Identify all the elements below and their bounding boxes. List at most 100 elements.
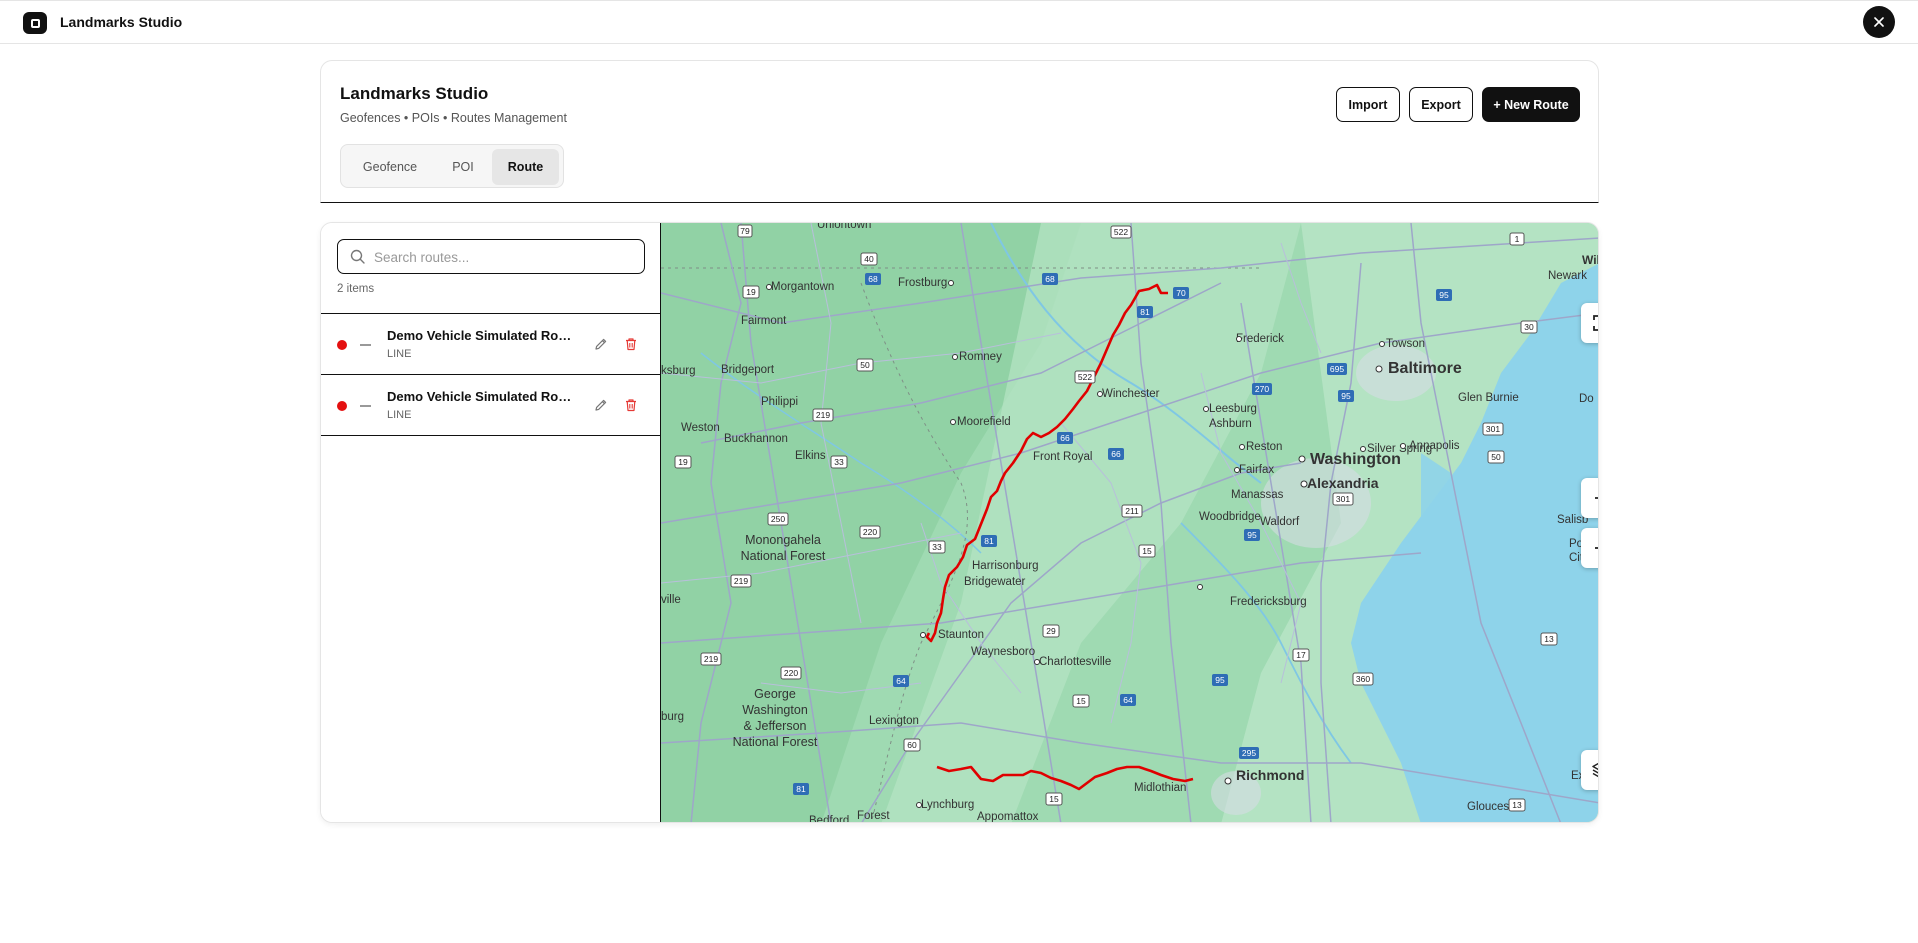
svg-text:66: 66 <box>1111 449 1121 459</box>
export-button[interactable]: Export <box>1409 87 1473 122</box>
minus-icon <box>1595 547 1598 549</box>
map-canvas[interactable]: Uniontown Morgantown Frostburg Fairmont … <box>661 223 1599 823</box>
zoom-out-button[interactable] <box>1581 528 1598 568</box>
svg-text:Forest: Forest <box>857 810 890 822</box>
close-icon <box>1874 17 1884 27</box>
zoom-in-button[interactable] <box>1581 478 1598 518</box>
svg-text:68: 68 <box>1045 274 1055 284</box>
search-icon <box>350 249 365 264</box>
svg-text:19: 19 <box>678 457 688 467</box>
item-count: 2 items <box>337 283 375 295</box>
trash-icon[interactable] <box>624 337 638 351</box>
svg-text:301: 301 <box>1336 494 1350 504</box>
svg-text:50: 50 <box>860 360 870 370</box>
svg-text:Baltimore: Baltimore <box>1388 360 1462 377</box>
svg-text:17: 17 <box>1296 650 1306 660</box>
svg-text:33: 33 <box>834 457 844 467</box>
svg-text:40: 40 <box>864 254 874 264</box>
svg-text:Staunton: Staunton <box>938 629 984 641</box>
svg-text:Ashburn: Ashburn <box>1209 418 1252 430</box>
new-route-button[interactable]: + New Route <box>1482 87 1580 122</box>
svg-text:Richmond: Richmond <box>1236 767 1304 783</box>
svg-text:15: 15 <box>1142 546 1152 556</box>
edit-icon[interactable] <box>594 398 608 412</box>
tab-bar: Geofence POI Route <box>340 144 564 188</box>
svg-text:250: 250 <box>771 514 785 524</box>
svg-text:360: 360 <box>1356 674 1370 684</box>
trash-icon[interactable] <box>624 398 638 412</box>
svg-text:219: 219 <box>734 576 748 586</box>
fullscreen-button[interactable] <box>1581 303 1598 343</box>
tab-poi[interactable]: POI <box>437 149 489 185</box>
plus-icon <box>1595 497 1598 499</box>
svg-text:Fredericksburg: Fredericksburg <box>1230 596 1307 608</box>
svg-text:Moorefield: Moorefield <box>957 416 1011 428</box>
svg-text:Do: Do <box>1579 393 1594 405</box>
route-color-dot <box>337 401 347 411</box>
svg-text:Woodbridge: Woodbridge <box>1199 511 1261 523</box>
svg-text:64: 64 <box>896 676 906 686</box>
svg-text:Reston: Reston <box>1246 441 1282 453</box>
svg-text:Bridgeport: Bridgeport <box>721 364 775 376</box>
svg-text:Monongahela: Monongahela <box>745 533 821 547</box>
route-type: LINE <box>387 348 412 360</box>
svg-text:Fairfax: Fairfax <box>1239 464 1274 476</box>
svg-text:George: George <box>754 687 796 701</box>
svg-text:Manassas: Manassas <box>1231 489 1284 501</box>
svg-text:Front Royal: Front Royal <box>1033 451 1092 463</box>
svg-text:30: 30 <box>1524 322 1534 332</box>
close-button[interactable] <box>1863 6 1895 38</box>
svg-text:Harrisonburg: Harrisonburg <box>972 560 1038 572</box>
search-box <box>337 239 645 274</box>
line-style-icon <box>360 405 371 407</box>
svg-text:Leesburg: Leesburg <box>1209 403 1257 415</box>
svg-text:79: 79 <box>740 226 750 236</box>
header-card: Landmarks Studio Geofences • POIs • Rout… <box>320 60 1599 203</box>
edit-icon[interactable] <box>594 337 608 351</box>
svg-text:66: 66 <box>1060 433 1070 443</box>
svg-text:Wil: Wil <box>1582 253 1599 267</box>
svg-text:burg: burg <box>661 711 684 723</box>
svg-text:295: 295 <box>1242 748 1256 758</box>
svg-text:National Forest: National Forest <box>741 549 826 563</box>
list-item[interactable]: Demo Vehicle Simulated Route LINE <box>321 375 661 436</box>
svg-text:Alexandria: Alexandria <box>1307 475 1379 491</box>
svg-text:Midlothian: Midlothian <box>1134 782 1186 794</box>
svg-text:33: 33 <box>932 542 942 552</box>
route-sidebar: 2 items Demo Vehicle Simulated Route LIN… <box>321 223 661 822</box>
search-input[interactable] <box>374 246 634 268</box>
app-logo-icon <box>23 12 47 34</box>
svg-text:Buckhannon: Buckhannon <box>724 433 788 445</box>
svg-text:301: 301 <box>1486 424 1500 434</box>
import-button[interactable]: Import <box>1336 87 1400 122</box>
svg-text:Waldorf: Waldorf <box>1260 516 1300 528</box>
svg-text:Uniontown: Uniontown <box>817 223 871 231</box>
list-item[interactable]: Demo Vehicle Simulated Route LINE <box>321 314 661 375</box>
svg-text:522: 522 <box>1114 227 1128 237</box>
svg-text:95: 95 <box>1215 675 1225 685</box>
svg-text:219: 219 <box>704 654 718 664</box>
route-type: LINE <box>387 409 412 421</box>
svg-text:Morgantown: Morgantown <box>771 281 834 293</box>
svg-text:81: 81 <box>796 784 806 794</box>
route-list: Demo Vehicle Simulated Route LINE Demo V… <box>321 313 661 436</box>
page-title: Landmarks Studio <box>340 84 489 103</box>
route-name: Demo Vehicle Simulated Route <box>387 389 577 404</box>
tab-geofence[interactable]: Geofence <box>345 149 435 185</box>
svg-text:Lynchburg: Lynchburg <box>921 799 974 811</box>
svg-text:Winchester: Winchester <box>1102 388 1160 400</box>
svg-text:211: 211 <box>1125 506 1139 516</box>
svg-text:70: 70 <box>1176 288 1186 298</box>
map-view[interactable]: Uniontown Morgantown Frostburg Fairmont … <box>661 223 1599 823</box>
svg-text:ksburg: ksburg <box>661 365 696 377</box>
svg-text:15: 15 <box>1076 696 1086 706</box>
svg-text:Frostburg: Frostburg <box>898 277 947 289</box>
layers-button[interactable] <box>1581 750 1598 790</box>
svg-text:Washington: Washington <box>742 703 808 717</box>
app-title: Landmarks Studio <box>60 14 183 30</box>
line-style-icon <box>360 344 371 346</box>
tab-route[interactable]: Route <box>492 149 559 185</box>
svg-text:81: 81 <box>1140 307 1150 317</box>
svg-text:29: 29 <box>1046 626 1056 636</box>
svg-text:Waynesboro: Waynesboro <box>971 646 1035 658</box>
